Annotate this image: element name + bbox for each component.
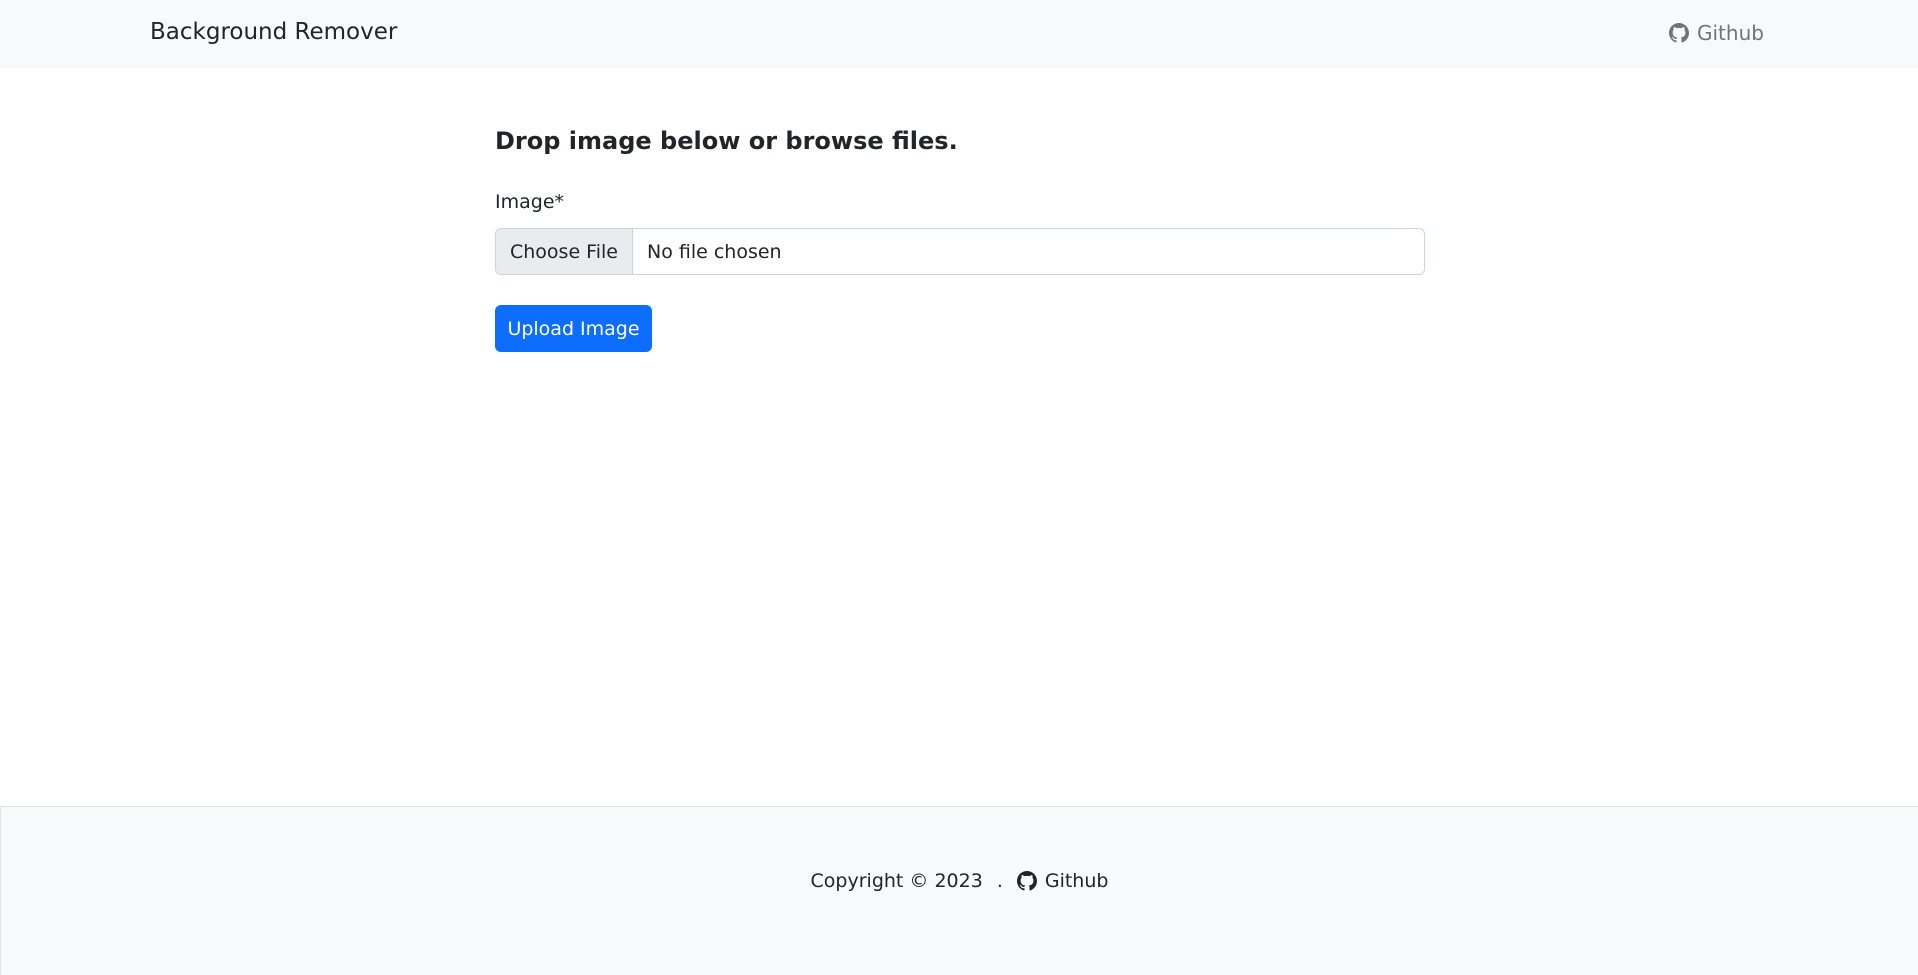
file-status-text: No file chosen: [647, 240, 782, 263]
navbar: Background Remover Github: [0, 0, 1918, 68]
page-heading: Drop image below or browse files.: [495, 127, 958, 155]
footer: Copyright © 2023 . Github: [0, 806, 1918, 975]
footer-separator: .: [996, 870, 1003, 892]
choose-file-button[interactable]: Choose File: [496, 229, 633, 274]
footer-github-label: Github: [1044, 870, 1109, 892]
footer-github-link[interactable]: Github: [1016, 870, 1109, 892]
github-icon: [1016, 871, 1037, 891]
image-file-input[interactable]: Choose File No file chosen: [495, 228, 1425, 275]
navbar-github-label: Github: [1697, 21, 1764, 45]
footer-content: Copyright © 2023 . Github: [1, 870, 1918, 892]
image-field-label: Image*: [495, 191, 565, 213]
upload-image-button[interactable]: Upload Image: [495, 305, 652, 352]
brand-link[interactable]: Background Remover: [150, 17, 397, 47]
github-icon: [1669, 23, 1689, 43]
copyright-text: Copyright © 2023: [810, 870, 983, 892]
navbar-github-link[interactable]: Github: [1669, 19, 1764, 47]
